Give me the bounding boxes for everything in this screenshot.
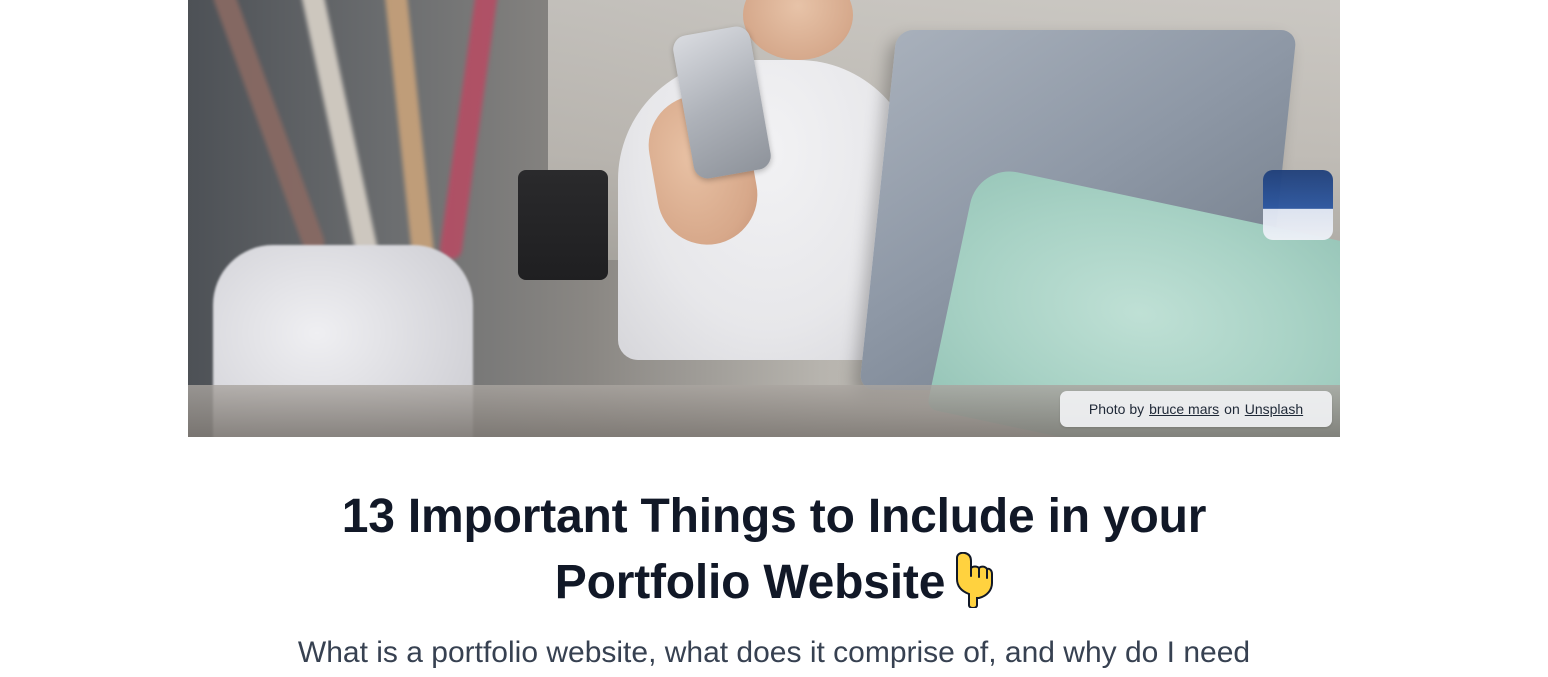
photo-credit-on: on: [1224, 401, 1240, 417]
photo-credit: Photo by bruce mars on Unsplash: [1060, 391, 1332, 427]
photographer-link[interactable]: bruce mars: [1149, 401, 1219, 417]
hero-pencil: [438, 0, 500, 261]
hero-pencil: [383, 0, 435, 261]
page: Photo by bruce mars on Unsplash 13 Impor…: [0, 0, 1548, 677]
hero-marker-cup: [518, 170, 608, 280]
unsplash-link[interactable]: Unsplash: [1245, 401, 1303, 417]
article-title: 13 Important Things to Include in your P…: [260, 484, 1288, 626]
hero-image: [188, 0, 1340, 437]
article-title-line-2: Portfolio Website: [554, 556, 946, 609]
pointing-down-hand-icon: [947, 551, 994, 626]
photo-credit-prefix: Photo by: [1088, 401, 1145, 417]
article-title-line-1: 13 Important Things to Include in your: [341, 490, 1207, 543]
article-subtitle: What is a portfolio website, what does i…: [297, 636, 1251, 669]
hero-can: [1263, 170, 1333, 240]
